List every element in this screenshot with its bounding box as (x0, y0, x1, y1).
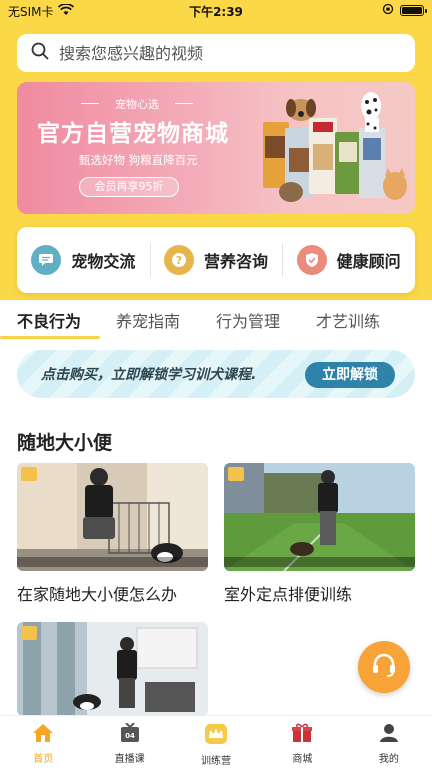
nav-profile[interactable]: 我的 (346, 716, 432, 768)
bottom-nav: 首页 04 直播课 训练营 商城 我的 (0, 715, 432, 768)
video-thumbnail[interactable] (17, 463, 208, 571)
category-tabs: 不良行为 养宠指南 行为管理 才艺训练 (0, 300, 432, 340)
unlock-button[interactable]: 立即解锁 (305, 362, 395, 388)
pet-products-illustration (263, 92, 407, 202)
quick-link-pet-chat[interactable]: 宠物交流 (17, 227, 150, 293)
banner-subtitle: 甄选好物 狗粮直降百元 (79, 153, 198, 167)
unlock-course-banner[interactable]: 点击购买，立即解锁学习训犬课程. 立即解锁 (17, 350, 415, 398)
video-card[interactable]: 在家随地大小便怎么办 (17, 463, 208, 605)
video-title[interactable]: 在家随地大小便怎么办 (17, 581, 208, 605)
quick-link-health[interactable]: 健康顾问 (282, 227, 415, 293)
tab-bad-behavior[interactable]: 不良行为 (17, 308, 81, 332)
orientation-lock-icon (382, 3, 394, 18)
quick-link-label: 宠物交流 (71, 252, 136, 271)
quick-links-card: 宠物交流 ? 营养咨询 健康顾问 (17, 227, 415, 293)
video-card[interactable]: 室外定点排便训练 (224, 463, 415, 605)
tab-behavior-management[interactable]: 行为管理 (216, 308, 280, 332)
tab-pet-guide[interactable]: 养宠指南 (116, 308, 180, 332)
unlock-text: 点击购买，立即解锁学习训犬课程. (41, 367, 257, 383)
home-icon (32, 723, 54, 747)
active-tab-indicator (0, 336, 100, 339)
nav-mall[interactable]: 商城 (259, 716, 345, 768)
banner-title: 官方自营宠物商城 (37, 121, 229, 147)
svg-text:04: 04 (125, 732, 135, 740)
video-title[interactable]: 室外定点排便训练 (224, 581, 415, 605)
quick-link-label: 健康顾问 (336, 252, 401, 271)
nav-label: 首页 (33, 754, 54, 765)
video-thumbnail[interactable] (224, 463, 415, 571)
tab-talent-training[interactable]: 才艺训练 (316, 308, 380, 332)
nav-label: 直播课 (114, 754, 145, 765)
search-icon (31, 42, 49, 64)
chat-icon (31, 245, 62, 275)
nav-label: 商城 (292, 754, 313, 765)
user-icon (378, 723, 400, 747)
headset-icon (369, 650, 399, 684)
gift-icon (291, 723, 313, 747)
live-icon: 04 (119, 722, 141, 747)
section-title: 随地大小便 (17, 432, 113, 454)
member-discount-pill[interactable]: 会员再享95折 (79, 177, 179, 197)
nav-home[interactable]: 首页 (0, 716, 86, 768)
nav-live[interactable]: 04 直播课 (86, 716, 172, 768)
check-icon (296, 245, 327, 275)
status-time: 下午2:39 (189, 5, 243, 19)
search-input[interactable] (59, 43, 379, 63)
question-icon: ? (164, 245, 194, 275)
battery-icon (400, 5, 427, 16)
nav-label: 训练营 (201, 756, 232, 767)
video-card[interactable] (17, 622, 208, 716)
quick-link-nutrition[interactable]: ? 营养咨询 (149, 227, 283, 293)
svg-text:?: ? (176, 254, 182, 267)
status-bar: 无SIM卡 下午2:39 (0, 0, 432, 22)
customer-service-button[interactable] (358, 641, 410, 693)
banner-tag: 宠物心选 (77, 96, 197, 112)
crown-icon (204, 723, 228, 749)
quick-link-label: 营养咨询 (204, 252, 269, 271)
search-bar[interactable] (17, 34, 415, 72)
nav-label: 我的 (378, 754, 399, 765)
promo-banner[interactable]: 宠物心选 官方自营宠物商城 甄选好物 狗粮直降百元 会员再享95折 (17, 82, 415, 214)
status-right (382, 3, 427, 18)
nav-camp[interactable]: 训练营 (173, 716, 259, 768)
video-thumbnail[interactable] (17, 622, 208, 716)
